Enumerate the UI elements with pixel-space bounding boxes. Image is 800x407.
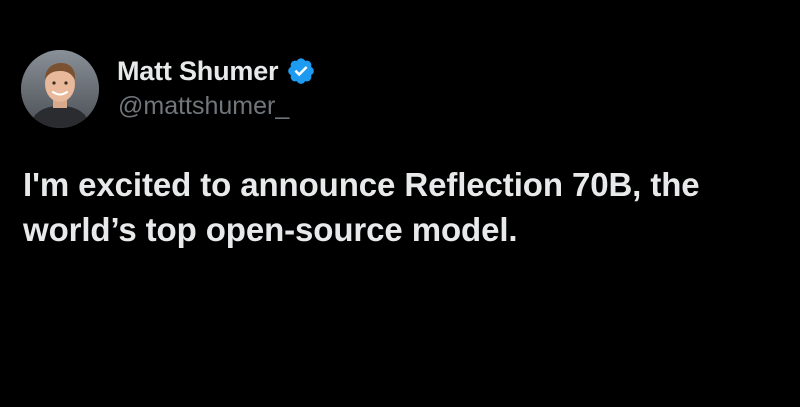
author-avatar[interactable] [21, 50, 99, 128]
tweet-text: I'm excited to announce Reflection 70B, … [23, 166, 700, 248]
author-display-name[interactable]: Matt Shumer [117, 56, 279, 87]
author-handle[interactable]: @mattshumer_ [118, 92, 289, 121]
verified-badge-icon[interactable] [286, 56, 316, 86]
tweet-card: Matt Shumer @mattshumer_ I'm excited to … [0, 0, 800, 407]
author-name-row: Matt Shumer [117, 54, 316, 88]
avatar-photo-icon [21, 50, 99, 128]
